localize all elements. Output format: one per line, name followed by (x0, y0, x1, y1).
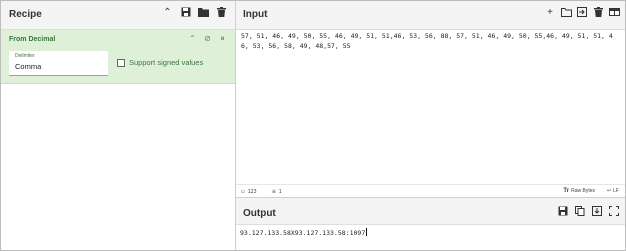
output-title: Output (243, 208, 276, 219)
delimiter-field[interactable]: Delimiter Comma (9, 51, 108, 76)
raw-bytes-label: Raw Bytes (571, 188, 595, 194)
disable-icon[interactable]: ⊘ (203, 34, 212, 43)
copy-icon[interactable] (575, 206, 585, 217)
recipe-header: Recipe ⌃ (1, 1, 235, 30)
delimiter-value: Comma (15, 62, 42, 71)
support-signed-values-option[interactable]: Support signed values (117, 58, 203, 67)
operation-from-decimal[interactable]: From Decimal ⌃ ⊘ ⏸ Delimiter Comma Suppo… (1, 30, 235, 84)
output-pane: Output 93.127.133.58X93.127.133.58:1097 (236, 197, 625, 251)
text-format-icon: Tr (563, 188, 570, 194)
input-status-bar: ▭ 123 ≡ 1 Tr Raw Bytes ↩ LF (236, 184, 625, 198)
eol-label: LF (613, 188, 619, 194)
output-value: 93.127.133.58X93.127.133.58:1097 (240, 229, 366, 237)
length-stat: ▭ 123 (241, 188, 257, 195)
length-value: 123 (247, 188, 257, 195)
input-pane: Input + 57, 51, 46, 49, 50, 55, 46, 49, … (236, 1, 625, 197)
fullscreen-icon[interactable] (609, 206, 619, 217)
return-icon: ↩ (606, 188, 612, 194)
pause-icon[interactable]: ⏸ (218, 34, 227, 43)
input-toolbar: + (545, 7, 620, 18)
lines-icon: ≡ (272, 188, 276, 195)
lines-stat: ≡ 1 (272, 188, 282, 195)
chevron-up-icon[interactable]: ⌃ (188, 34, 197, 43)
lines-value: 1 (278, 188, 282, 195)
input-textarea[interactable]: 57, 51, 46, 49, 50, 55, 46, 49, 51, 51,4… (241, 31, 619, 51)
output-text[interactable]: 93.127.133.58X93.127.133.58:1097 (240, 228, 368, 237)
recipe-pane: Recipe ⌃ From Decimal ⌃ ⊘ ⏸ Delimiter Co… (1, 1, 236, 250)
eol-selector[interactable]: ↩ LF (607, 188, 619, 194)
folder-icon[interactable] (198, 7, 209, 18)
save-icon[interactable] (558, 206, 568, 217)
output-header: Output (236, 198, 625, 225)
length-icon: ▭ (241, 188, 245, 195)
text-cursor (366, 228, 368, 236)
add-icon[interactable]: + (545, 7, 555, 18)
recipe-title: Recipe (9, 9, 42, 20)
import-icon[interactable] (577, 7, 587, 18)
input-header: Input + (236, 1, 625, 30)
replace-input-icon[interactable] (592, 206, 602, 217)
recipe-toolbar: ⌃ (162, 7, 227, 18)
chevron-up-icon[interactable]: ⌃ (162, 7, 173, 18)
layout-icon[interactable] (609, 7, 620, 18)
support-signed-values-checkbox[interactable] (117, 58, 125, 67)
raw-bytes-toggle[interactable]: Tr Raw Bytes (563, 188, 595, 194)
operation-controls: ⌃ ⊘ ⏸ (188, 34, 227, 43)
trash-icon[interactable] (593, 7, 603, 18)
output-toolbar (558, 206, 619, 217)
input-title: Input (243, 9, 268, 20)
delimiter-label: Delimiter (15, 53, 35, 59)
save-icon[interactable] (180, 7, 191, 18)
trash-icon[interactable] (216, 7, 227, 18)
operation-name: From Decimal (9, 36, 56, 43)
folder-icon[interactable] (561, 7, 572, 18)
app-frame: Recipe ⌃ From Decimal ⌃ ⊘ ⏸ Delimiter Co… (0, 0, 626, 251)
support-signed-values-label: Support signed values (129, 58, 204, 67)
